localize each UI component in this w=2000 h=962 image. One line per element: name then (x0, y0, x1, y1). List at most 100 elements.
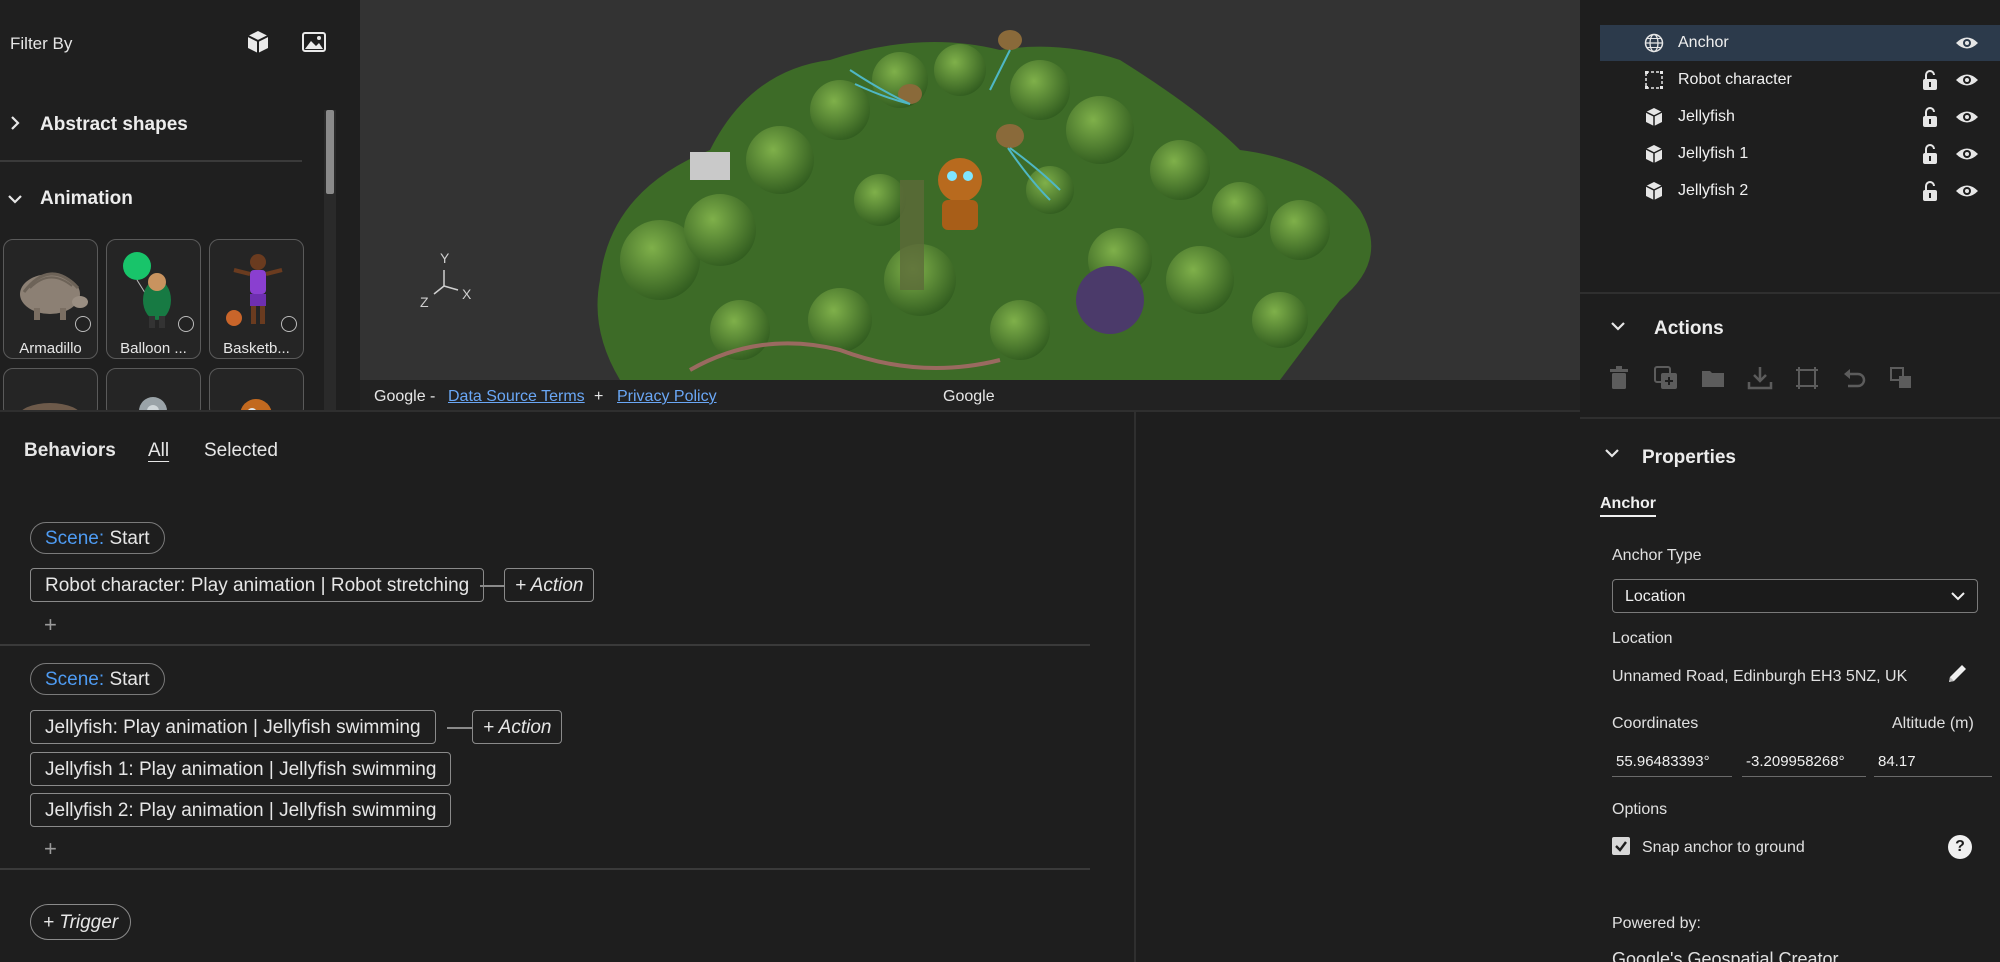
tree-item-robot-character[interactable]: Robot character (1600, 62, 2000, 98)
action-box[interactable]: Jellyfish: Play animation | Jellyfish sw… (30, 710, 436, 744)
category-abstract-shapes[interactable]: Abstract shapes (0, 102, 300, 148)
snap-to-ground-checkbox[interactable] (1612, 837, 1630, 855)
add-action-button[interactable]: + Action (504, 568, 595, 602)
cube-icon[interactable] (244, 28, 272, 56)
frame-icon[interactable] (1793, 364, 1821, 392)
powered-by-name: Google's Geospatial Creator (1612, 949, 1839, 962)
tree-item-label: Jellyfish 1 (1678, 145, 1749, 162)
trigger-scene: Scene: (45, 669, 105, 690)
altitude-input[interactable]: 84.17 (1874, 745, 1992, 777)
location-value: Unnamed Road, Edinburgh EH3 5NZ, UK (1612, 668, 1908, 685)
chevron-down-icon (1949, 588, 1967, 604)
data-source-terms-link[interactable]: Data Source Terms (448, 388, 585, 406)
add-trigger-button[interactable]: + Trigger (30, 904, 132, 940)
category-label: Animation (40, 188, 133, 209)
behaviors-title: Behaviors (24, 440, 116, 461)
tree-item-label: Jellyfish 2 (1678, 182, 1749, 199)
category-animation[interactable]: Animation (0, 176, 300, 222)
tree-item-jellyfish-1[interactable]: Jellyfish 1 (1600, 136, 2000, 172)
tree-item-jellyfish-2[interactable]: Jellyfish 2 (1600, 173, 2000, 209)
divider (0, 868, 1090, 870)
privacy-policy-link[interactable]: Privacy Policy (617, 388, 717, 406)
trigger-pill[interactable]: Scene: Start (30, 663, 165, 695)
asset-scrollbar-thumb[interactable] (326, 110, 334, 194)
action-box[interactable]: Jellyfish 2: Play animation | Jellyfish … (30, 793, 452, 827)
attribution-plus: + (594, 388, 604, 405)
cube-icon (1644, 144, 1664, 164)
asset-balloon[interactable]: Balloon ... (106, 239, 201, 359)
tab-selected[interactable]: Selected (204, 440, 278, 462)
trigger-scene: Scene: (45, 528, 105, 549)
latitude-input[interactable]: 55.96483393° (1612, 745, 1732, 777)
anchor-type-label: Anchor Type (1612, 547, 1702, 564)
terrain-3d-tiles[interactable] (360, 0, 1580, 380)
attribution-bar: Google - Data Source Terms + Privacy Pol… (360, 380, 1580, 410)
attribution-google: Google (943, 388, 995, 405)
properties-panel: Properties Anchor Anchor Type Location L… (1580, 417, 2000, 962)
axis-y-label: Y (440, 250, 450, 266)
tree-item-label: Jellyfish (1678, 108, 1735, 125)
action-box[interactable]: Jellyfish 1: Play animation | Jellyfish … (30, 752, 452, 786)
eye-icon[interactable] (1955, 182, 1979, 200)
image-icon[interactable] (300, 28, 328, 56)
action-box[interactable]: Robot character: Play animation | Robot … (30, 568, 485, 602)
anchor-type-select[interactable]: Location (1612, 579, 1978, 613)
divider (0, 644, 1090, 646)
category-label: Abstract shapes (40, 114, 188, 135)
chevron-down-icon (0, 189, 30, 210)
connector-line (447, 727, 472, 729)
tab-anchor[interactable]: Anchor (1600, 495, 1656, 517)
asset-panel: Filter By Abstract shapes Animation Arma… (0, 0, 360, 418)
location-label: Location (1612, 630, 1673, 647)
coordinates-label: Coordinates (1612, 715, 1699, 732)
chevron-down-icon[interactable] (1604, 443, 1620, 464)
add-action-button[interactable]: + Action (472, 710, 563, 744)
tree-item-label: Anchor (1678, 34, 1729, 51)
asset-label: Basketb... (223, 340, 290, 357)
asset-basketball[interactable]: Basketb... (209, 239, 304, 359)
asset-label: Balloon ... (120, 340, 187, 357)
unlock-icon[interactable] (1920, 106, 1940, 128)
powered-by-label: Powered by: (1612, 915, 1701, 932)
replace-icon[interactable] (1887, 364, 1915, 392)
3d-viewport[interactable]: Y Z X Google - Data Source Terms + Priva… (360, 0, 1580, 410)
eye-icon[interactable] (1955, 145, 1979, 163)
tree-item-anchor[interactable]: Anchor (1600, 25, 2000, 61)
animation-badge-icon (75, 316, 91, 332)
bounding-box-icon (1644, 70, 1664, 90)
cube-icon (1644, 181, 1664, 201)
eye-icon[interactable] (1955, 34, 1979, 52)
asset-armadillo[interactable]: Armadillo (3, 239, 98, 359)
duplicate-icon[interactable] (1652, 364, 1680, 392)
cube-icon (1644, 107, 1664, 127)
add-button[interactable]: + (44, 836, 57, 862)
tree-item-jellyfish[interactable]: Jellyfish (1600, 99, 2000, 135)
eye-icon[interactable] (1955, 108, 1979, 126)
filter-label: Filter By (10, 34, 73, 53)
download-icon[interactable] (1746, 364, 1774, 392)
pencil-icon[interactable] (1946, 661, 1970, 685)
unlock-icon[interactable] (1920, 69, 1940, 91)
unlock-icon[interactable] (1920, 180, 1940, 202)
snap-to-ground-label: Snap anchor to ground (1642, 839, 1805, 856)
actions-title: Actions (1654, 318, 1724, 339)
trash-icon[interactable] (1605, 364, 1633, 392)
divider (0, 160, 302, 162)
longitude-input[interactable]: -3.209958268° (1742, 745, 1866, 777)
behaviors-panel: Behaviors All Selected Scene: Start Robo… (0, 410, 1134, 962)
properties-title: Properties (1642, 447, 1736, 468)
chevron-right-icon (0, 115, 30, 136)
animation-badge-icon (281, 316, 297, 332)
scene-hierarchy: Anchor Robot character Jellyfish Jellyfi… (1580, 0, 2000, 292)
chevron-down-icon[interactable] (1610, 316, 1626, 337)
undo-icon[interactable] (1840, 364, 1868, 392)
add-button[interactable]: + (44, 612, 57, 638)
tab-all[interactable]: All (148, 440, 169, 462)
eye-icon[interactable] (1955, 71, 1979, 89)
asset-label: Armadillo (19, 340, 82, 357)
unlock-icon[interactable] (1920, 143, 1940, 165)
attribution-prefix: Google - (374, 388, 436, 405)
trigger-pill[interactable]: Scene: Start (30, 522, 165, 554)
help-icon[interactable]: ? (1948, 835, 1972, 859)
folder-icon[interactable] (1699, 364, 1727, 392)
